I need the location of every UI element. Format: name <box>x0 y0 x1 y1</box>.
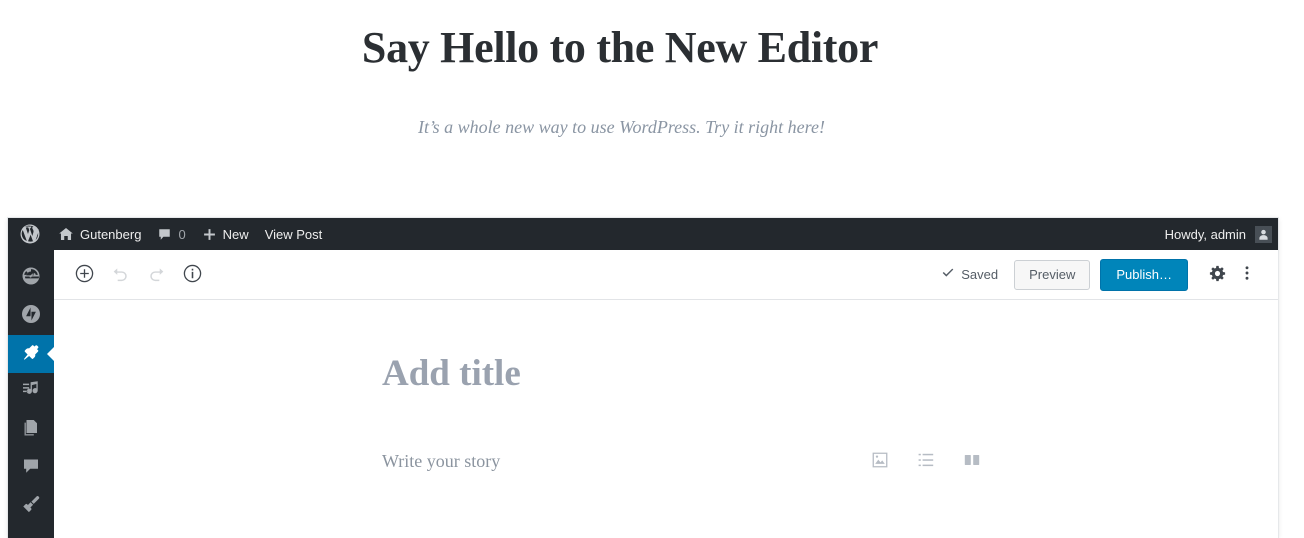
checkmark-icon <box>941 266 955 283</box>
comment-icon <box>21 456 41 481</box>
jetpack-icon <box>21 304 41 329</box>
wordpress-logo-icon <box>20 224 40 244</box>
editor-toolbar-actions: Saved Preview Publish… <box>941 258 1262 291</box>
block-shortcut-group <box>868 449 984 473</box>
insert-columns-block-button[interactable] <box>960 449 984 473</box>
insert-list-block-button[interactable] <box>914 449 938 473</box>
content-info-button[interactable] <box>174 257 210 293</box>
plus-icon <box>202 227 217 242</box>
sidebar-item-jetpack[interactable] <box>8 297 54 335</box>
redo-button[interactable] <box>138 257 174 293</box>
admin-bar-new-label: New <box>222 226 249 242</box>
block-editor: Saved Preview Publish… Add title Write y… <box>54 250 1278 538</box>
sidebar-item-comments[interactable] <box>8 449 54 487</box>
pages-icon <box>21 418 41 443</box>
admin-bar: Gutenberg 0 New View Post Howdy, admin <box>8 218 1278 250</box>
admin-bar-site-name[interactable]: Gutenberg <box>50 218 149 250</box>
sidebar-item-posts[interactable] <box>8 335 55 373</box>
page-subtitle: It’s a whole new way to use WordPress. T… <box>418 117 825 137</box>
publish-button[interactable]: Publish… <box>1100 258 1188 291</box>
sidebar-item-dashboard[interactable] <box>8 259 54 297</box>
pin-icon <box>21 342 41 367</box>
post-title-input[interactable]: Add title <box>382 352 521 395</box>
vertical-ellipsis-icon <box>1238 264 1256 285</box>
undo-button[interactable] <box>102 257 138 293</box>
settings-button[interactable] <box>1202 260 1232 290</box>
admin-bar-view-post-label: View Post <box>264 226 323 242</box>
post-editing-canvas: Add title Write your story <box>54 300 1278 537</box>
hero-section: Say Hello to the New Editor It’s a whole… <box>0 0 1304 200</box>
default-block-appender: Write your story <box>382 443 984 479</box>
saved-status: Saved <box>941 266 998 283</box>
paintbrush-icon <box>21 494 41 519</box>
insert-image-block-button[interactable] <box>868 449 892 473</box>
sidebar-item-pages[interactable] <box>8 411 54 449</box>
page-title: Say Hello to the New Editor <box>361 23 879 72</box>
media-icon <box>21 380 41 405</box>
plus-circle-icon <box>74 263 95 287</box>
comment-bubble-icon <box>157 227 172 242</box>
saved-status-label: Saved <box>961 267 999 282</box>
undo-arrow-icon <box>110 263 131 287</box>
avatar <box>1255 225 1272 243</box>
admin-bar-my-account[interactable]: Howdy, admin <box>1157 218 1278 250</box>
admin-bar-new-content[interactable]: New <box>194 218 257 250</box>
admin-bar-howdy-label: Howdy, admin <box>1164 226 1246 242</box>
image-icon <box>870 450 890 473</box>
post-body-input[interactable]: Write your story <box>382 451 500 472</box>
admin-bar-view-post[interactable]: View Post <box>257 218 331 250</box>
admin-bar-comment-count: 0 <box>178 226 186 242</box>
admin-bar-comments[interactable]: 0 <box>149 218 193 250</box>
home-icon <box>58 226 74 242</box>
preview-button[interactable]: Preview <box>1014 259 1091 290</box>
columns-icon <box>962 450 982 473</box>
wordpress-editor-window: Gutenberg 0 New View Post Howdy, admin S… <box>8 218 1278 538</box>
gear-icon <box>1208 264 1227 286</box>
sidebar-item-appearance[interactable] <box>8 487 54 525</box>
admin-sidebar-menu <box>8 250 55 538</box>
info-circle-icon <box>182 263 203 287</box>
block-inserter-button[interactable] <box>66 257 102 293</box>
sidebar-item-media[interactable] <box>8 373 54 411</box>
wordpress-logo-button[interactable] <box>8 218 50 250</box>
admin-bar-site-label: Gutenberg <box>80 226 142 242</box>
more-menu-button[interactable] <box>1232 260 1262 290</box>
dashboard-icon <box>21 266 41 291</box>
redo-arrow-icon <box>146 263 167 287</box>
bulleted-list-icon <box>916 450 936 473</box>
editor-header-toolbar: Saved Preview Publish… <box>54 250 1278 300</box>
